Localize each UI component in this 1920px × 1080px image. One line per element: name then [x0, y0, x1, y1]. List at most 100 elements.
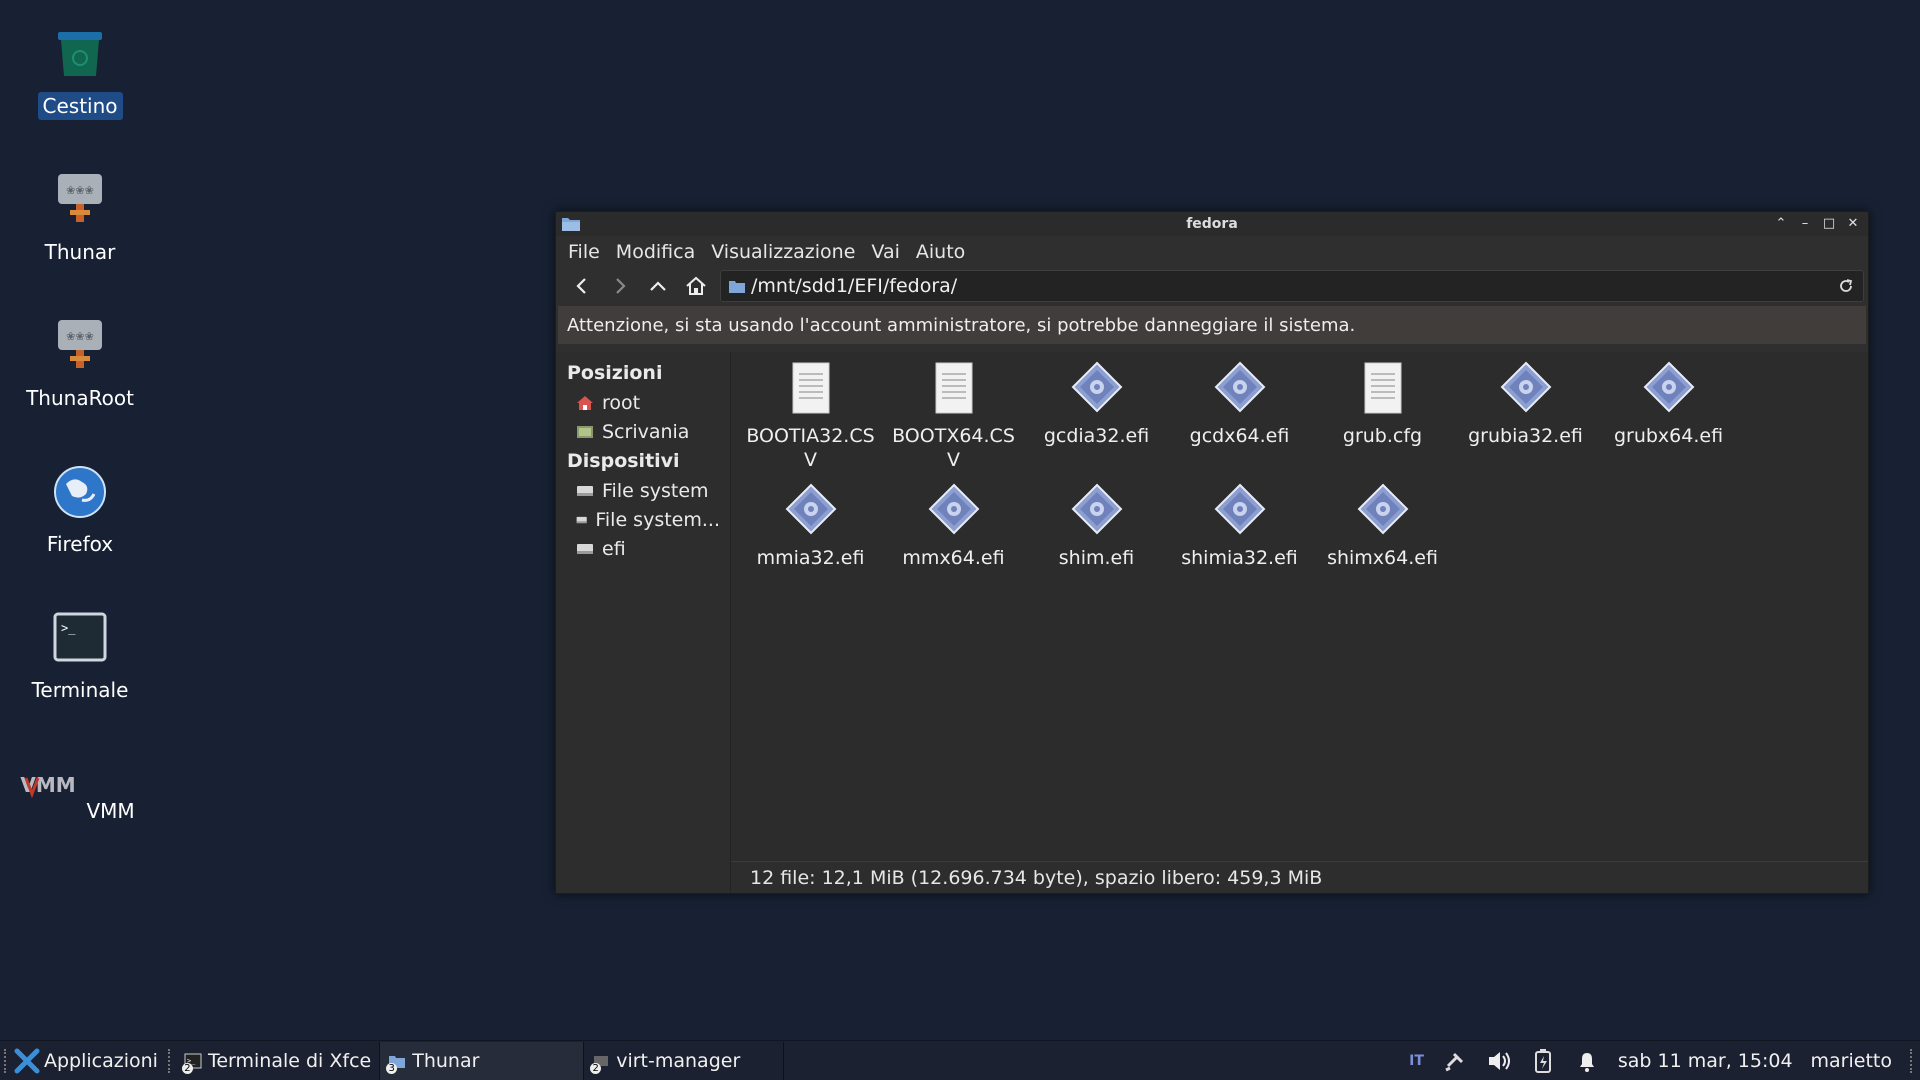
- file-item[interactable]: gcdx64.efi: [1168, 360, 1311, 472]
- desktop-icon-label: Thunar: [44, 240, 116, 264]
- maximize-icon[interactable]: □: [1820, 214, 1838, 232]
- sidebar-item-efi[interactable]: efi: [556, 534, 730, 563]
- close-icon[interactable]: ✕: [1844, 214, 1862, 232]
- file-name: grub.cfg: [1342, 425, 1423, 447]
- volume-icon[interactable]: [1486, 1048, 1512, 1074]
- sidebar-item-filesystem[interactable]: File system: [556, 476, 730, 505]
- desktop-icon-terminal[interactable]: >_ Terminale: [20, 610, 140, 704]
- applications-menu-button[interactable]: Applicazioni: [12, 1048, 164, 1074]
- panel-handle[interactable]: [4, 1048, 8, 1073]
- vmm-icon: VMM: [21, 773, 76, 799]
- xfce-logo-icon: [14, 1048, 40, 1073]
- file-item[interactable]: grub.cfg: [1311, 360, 1454, 472]
- file-item[interactable]: gcdia32.efi: [1025, 360, 1168, 472]
- folder-icon: [562, 218, 580, 231]
- parent-folder-button[interactable]: [644, 272, 672, 300]
- file-item[interactable]: BOOTX64.CSV: [882, 360, 1025, 472]
- sidebar-item-label: File system...: [595, 508, 720, 531]
- window-count-badge: 3: [386, 1062, 398, 1074]
- status-text: 12 file: 12,1 MiB (12.696.734 byte), spa…: [750, 866, 1323, 889]
- menu-go[interactable]: Vai: [871, 239, 899, 265]
- svg-text:❀❀❀: ❀❀❀: [66, 184, 94, 197]
- desktop-icon-vmm[interactable]: VMM VMM: [20, 756, 140, 825]
- sidebar-header-places: Posizioni: [567, 362, 663, 384]
- sidebar-item-root[interactable]: root: [556, 388, 730, 417]
- file-view[interactable]: BOOTIA32.CSV BOOTX64.CSV gcdia32.efi gcdx64…: [731, 352, 1868, 893]
- user-name[interactable]: marietto: [1811, 1050, 1892, 1072]
- task-virt-manager[interactable]: 2 virt-manager: [584, 1041, 785, 1080]
- forward-button[interactable]: [606, 272, 634, 300]
- svg-text:>_: >_: [61, 621, 76, 635]
- task-label: Thunar: [412, 1049, 480, 1072]
- notification-bell-icon[interactable]: [1574, 1048, 1600, 1074]
- reload-icon[interactable]: [1837, 277, 1855, 295]
- status-bar: 12 file: 12,1 MiB (12.696.734 byte), spa…: [731, 861, 1868, 893]
- file-item[interactable]: shim.efi: [1025, 482, 1168, 570]
- trash-icon: [58, 32, 102, 76]
- desktop-icon-firefox[interactable]: Firefox: [20, 464, 140, 558]
- forward-arrow-icon: [616, 278, 626, 294]
- network-icon[interactable]: [1442, 1048, 1468, 1074]
- home-icon: [577, 395, 593, 410]
- sidebar-item-label: Scrivania: [602, 420, 690, 443]
- file-item[interactable]: grubia32.efi: [1454, 360, 1597, 472]
- clock[interactable]: sab 11 mar, 15:04: [1618, 1050, 1793, 1072]
- shade-icon[interactable]: ⌃: [1772, 214, 1790, 232]
- text-file-icon: [1364, 362, 1401, 414]
- panel-separator: [167, 1048, 172, 1073]
- drive-icon: [577, 485, 593, 496]
- file-name: shimx64.efi: [1327, 547, 1438, 569]
- task-label: Terminale di Xfce: [207, 1049, 372, 1072]
- battery-icon[interactable]: [1530, 1048, 1556, 1074]
- file-item[interactable]: grubx64.efi: [1597, 360, 1740, 472]
- panel-handle[interactable]: [1910, 1048, 1914, 1073]
- location-bar[interactable]: /mnt/sdd1/EFI/fedora/: [720, 270, 1864, 302]
- desktop-icon-thunar[interactable]: ❀❀❀ Thunar: [20, 172, 140, 266]
- window-content: Posizioni root Scrivania Dispositivi Fil…: [556, 352, 1868, 893]
- taskbar: Applicazioni >_ 2 Terminale di Xfce 3 Th…: [0, 1040, 1920, 1080]
- desktop-icon: [577, 425, 593, 438]
- keyboard-layout-indicator[interactable]: IT: [1409, 1053, 1424, 1069]
- firefox-icon: [54, 466, 106, 518]
- menu-view[interactable]: Visualizzazione: [711, 239, 855, 265]
- file-name: BOOTIA32.CSV: [746, 425, 875, 471]
- file-item[interactable]: mmia32.efi: [739, 482, 882, 570]
- menu-help[interactable]: Aiuto: [916, 239, 965, 265]
- executable-file-icon: [1214, 361, 1265, 413]
- desktop-icon-thunaroot[interactable]: ❀❀❀ ThunaRoot: [20, 318, 140, 412]
- file-name: gcdia32.efi: [1043, 425, 1150, 447]
- sidebar-header-devices: Dispositivi: [567, 450, 680, 472]
- executable-file-icon: [1071, 483, 1122, 535]
- sidebar-item-desktop[interactable]: Scrivania: [556, 417, 730, 446]
- file-name: grubx64.efi: [1613, 425, 1724, 447]
- drive-icon: [577, 543, 593, 554]
- file-item[interactable]: shimia32.efi: [1168, 482, 1311, 570]
- task-terminal[interactable]: >_ 2 Terminale di Xfce: [176, 1041, 381, 1080]
- sidebar-item-filesystem-2[interactable]: File system...: [556, 505, 730, 534]
- desktop-icon-trash[interactable]: Cestino: [20, 26, 140, 120]
- file-name: mmx64.efi: [902, 547, 1005, 569]
- text-file-icon: [792, 362, 829, 414]
- file-item[interactable]: shimx64.efi: [1311, 482, 1454, 570]
- back-button[interactable]: [568, 272, 596, 300]
- terminal-icon: >_ 2: [181, 1052, 202, 1074]
- minimize-icon[interactable]: –: [1796, 214, 1814, 232]
- file-item[interactable]: mmx64.efi: [882, 482, 1025, 570]
- file-grid: BOOTIA32.CSV BOOTX64.CSV gcdia32.efi gcdx64…: [739, 360, 1740, 570]
- admin-warning-text: Attenzione, si sta usando l'account ammi…: [567, 314, 1356, 336]
- file-name: mmia32.efi: [756, 547, 865, 569]
- executable-file-icon: [1643, 361, 1694, 413]
- text-file-icon: [935, 362, 972, 414]
- window-titlebar[interactable]: fedora ⌃ – □ ✕: [556, 212, 1868, 236]
- file-item[interactable]: BOOTIA32.CSV: [739, 360, 882, 472]
- menu-file[interactable]: File: [568, 239, 600, 265]
- executable-file-icon: [1500, 361, 1551, 413]
- desktop-icon-label: Cestino: [37, 92, 123, 120]
- applications-label: Applicazioni: [44, 1049, 158, 1072]
- task-thunar[interactable]: 3 Thunar: [380, 1041, 585, 1080]
- home-icon: [686, 276, 706, 295]
- home-button[interactable]: [682, 272, 710, 300]
- back-arrow-icon: [576, 278, 586, 294]
- menu-bar: File Modifica Visualizzazione Vai Aiuto: [556, 236, 1868, 268]
- menu-edit[interactable]: Modifica: [616, 239, 695, 265]
